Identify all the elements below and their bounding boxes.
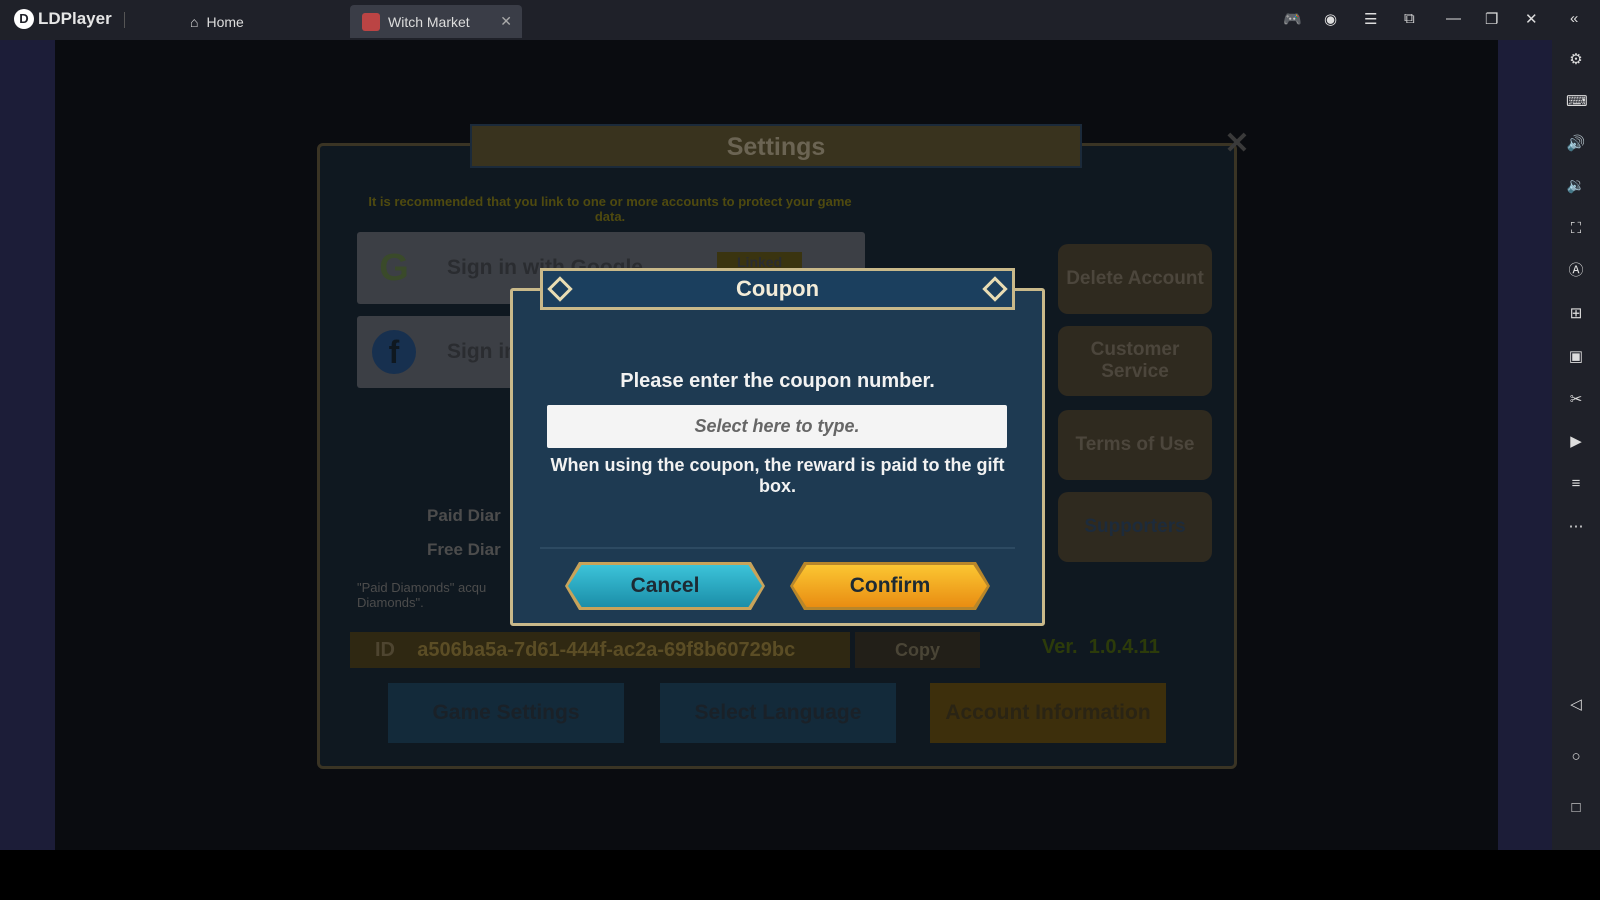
multi-instance-icon[interactable]: ⊞ — [1566, 304, 1586, 324]
version-label: Ver. — [1042, 636, 1078, 658]
close-tab-icon[interactable]: ✕ — [500, 13, 512, 30]
diamond-ornament-icon — [982, 276, 1008, 302]
title-bar: D LDPlayer ⌂ Home Witch Market ✕ 🎮 ◉ ☰ ⧉ — … — [0, 0, 1600, 40]
tab-label: Home — [206, 13, 244, 30]
gamepad-icon[interactable]: 🎮 — [1283, 10, 1302, 28]
home-icon: ⌂ — [190, 13, 199, 30]
id-value: a506ba5a-7d61-444f-ac2a-69f8b60729bc — [417, 639, 796, 661]
free-diamonds-label: Free Diar — [427, 540, 501, 559]
dialog-divider — [540, 547, 1015, 549]
coupon-info: When using the coupon, the reward is pai… — [550, 455, 1005, 496]
settings-title: Settings — [470, 124, 1082, 168]
diamond-ornament-icon — [547, 276, 573, 302]
ldplayer-logo-icon: D — [14, 9, 34, 29]
resize-icon[interactable]: ⧉ — [1404, 10, 1415, 27]
tab-select-language[interactable]: Select Language — [660, 683, 896, 743]
recommendation-text: It is recommended that you link to one o… — [368, 194, 852, 224]
id-label: ID — [375, 639, 395, 661]
more-icon[interactable]: ⋯ — [1566, 517, 1586, 537]
cancel-label: Cancel — [568, 565, 762, 607]
ldplayer-logo: D LDPlayer — [14, 9, 112, 29]
version: Ver. 1.0.4.11 — [1042, 636, 1160, 659]
paid-diamonds-label: Paid Diar — [427, 506, 501, 525]
game-icon — [362, 12, 380, 31]
supporters-button[interactable]: Supporters — [1058, 492, 1212, 562]
sync-icon[interactable]: ≡ — [1566, 474, 1586, 494]
customer-service-button[interactable]: Customer Service — [1058, 326, 1212, 396]
coupon-input[interactable] — [547, 405, 1007, 448]
confirm-label: Confirm — [793, 565, 987, 607]
facebook-icon: f — [372, 330, 416, 374]
divider — [124, 12, 125, 28]
collapse-sidebar-icon[interactable]: « — [1570, 10, 1578, 27]
keyboard-icon[interactable]: ⌨ — [1566, 92, 1588, 112]
tab-game-settings[interactable]: Game Settings — [388, 683, 624, 743]
minimize-icon[interactable]: — — [1446, 10, 1461, 27]
record-icon[interactable]: ▶ — [1566, 432, 1586, 452]
version-value: 1.0.4.11 — [1088, 636, 1160, 658]
scissors-icon[interactable]: ✂ — [1566, 390, 1586, 410]
back-icon[interactable]: ◁ — [1566, 695, 1586, 715]
confirm-button[interactable]: Confirm — [790, 562, 990, 610]
home-nav-icon[interactable]: ○ — [1566, 747, 1586, 767]
tab-account-information[interactable]: Account Information — [930, 683, 1166, 743]
coupon-title: Coupon — [735, 276, 820, 301]
menu-icon[interactable]: ☰ — [1364, 10, 1377, 28]
tab-home[interactable]: ⌂ Home — [190, 5, 244, 38]
account-icon[interactable]: ◉ — [1324, 10, 1337, 28]
google-icon: G — [379, 247, 409, 289]
right-margin — [1498, 40, 1552, 850]
coupon-prompt: Please enter the coupon number. — [620, 370, 935, 392]
settings-close-icon[interactable]: ✕ — [1215, 122, 1259, 166]
settings-icon[interactable]: ⚙ — [1566, 50, 1586, 70]
recents-icon[interactable]: □ — [1566, 798, 1586, 818]
app-name: LDPlayer — [38, 9, 112, 28]
coupon-title-bar: Coupon — [540, 268, 1015, 310]
user-id-bar: ID a506ba5a-7d61-444f-ac2a-69f8b60729bc — [350, 632, 850, 668]
tab-witch-market[interactable]: Witch Market ✕ — [350, 5, 522, 38]
copy-button[interactable]: Copy — [855, 632, 980, 668]
restore-icon[interactable]: ❐ — [1485, 10, 1498, 28]
auto-icon[interactable]: Ⓐ — [1566, 261, 1586, 281]
side-toolbar: ⚙ ⌨ 🔊 🔉 ⛶ Ⓐ ⊞ ▣ ✂ ▶ ≡ ⋯ ◁ ○ □ — [1552, 40, 1600, 850]
volume-down-icon[interactable]: 🔉 — [1566, 176, 1586, 196]
tab-label: Witch Market — [388, 13, 470, 30]
diamonds-note: "Paid Diamonds" acqu Diamonds". — [357, 580, 487, 610]
cancel-button[interactable]: Cancel — [565, 562, 765, 610]
apk-icon[interactable]: ▣ — [1566, 347, 1586, 367]
close-icon[interactable]: ✕ — [1525, 10, 1538, 28]
volume-up-icon[interactable]: 🔊 — [1566, 134, 1586, 154]
facebook-label: Sign in — [447, 340, 517, 363]
terms-of-use-button[interactable]: Terms of Use — [1058, 410, 1212, 480]
delete-account-button[interactable]: Delete Account — [1058, 244, 1212, 314]
left-margin — [0, 40, 55, 850]
screenshot-icon[interactable]: ⛶ — [1566, 219, 1586, 239]
